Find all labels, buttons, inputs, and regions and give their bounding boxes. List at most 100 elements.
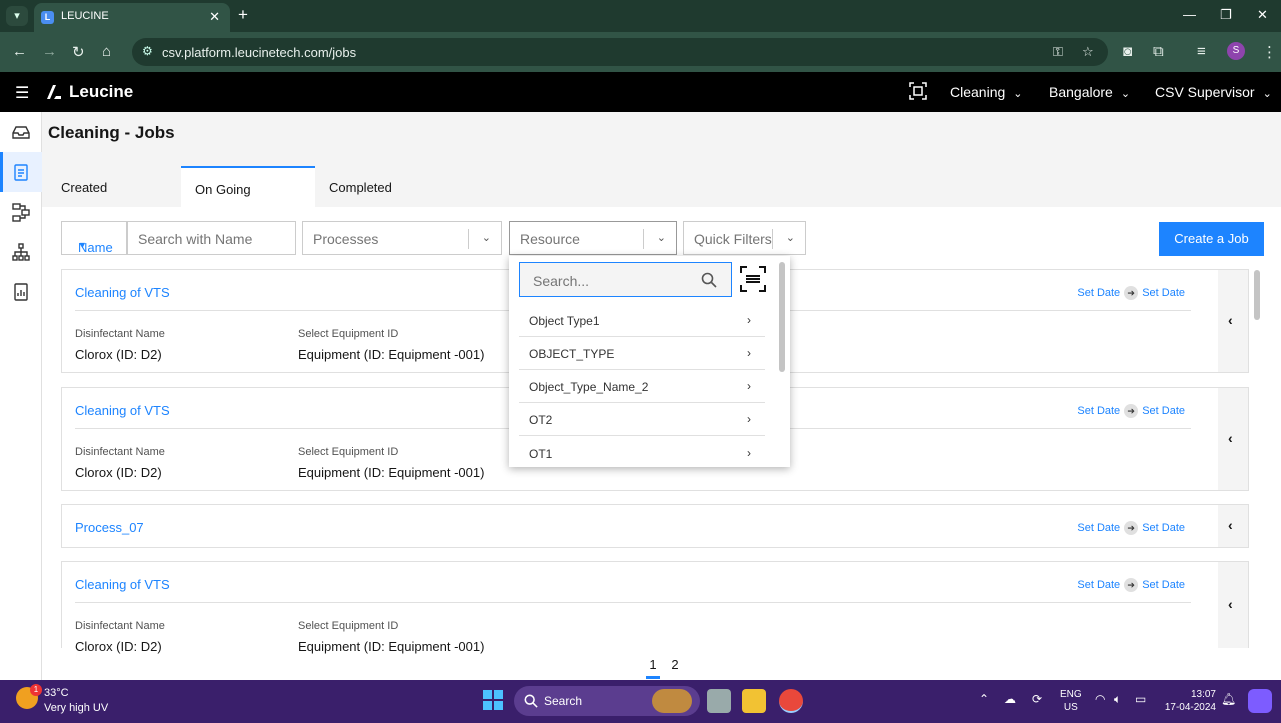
search-input[interactable]: Search with Name [127, 221, 296, 255]
start-date-link[interactable]: Set Date [1077, 522, 1120, 534]
tray-overflow-icon[interactable]: ⌃ [979, 692, 989, 706]
expand-card-button[interactable]: ‹ [1218, 388, 1248, 490]
windows-start-icon[interactable] [483, 690, 503, 710]
minimize-icon[interactable]: — [1183, 7, 1196, 22]
field-label: Select Equipment ID [298, 620, 399, 632]
browser-tab[interactable]: L LEUCINE ✕ [34, 3, 230, 32]
sidebar-item-inbox[interactable] [0, 112, 42, 152]
resource-option[interactable]: Object Type1 › [519, 304, 765, 337]
file-explorer-icon[interactable] [742, 689, 766, 713]
sync-icon[interactable]: ⟳ [1032, 692, 1042, 706]
chevron-down-icon[interactable]: ⌄ [482, 231, 491, 244]
password-key-icon[interactable]: ⚿ [1053, 44, 1063, 60]
chevron-right-icon: › [747, 379, 751, 393]
expand-card-button[interactable]: ‹ [1218, 562, 1248, 648]
job-card[interactable]: Cleaning of VTS Set Date ➔ Set Date Disinf… [61, 561, 1249, 654]
resource-option[interactable]: Object_Type_Name_2 › [519, 370, 765, 403]
camera-icon[interactable]: ◙ [1123, 43, 1132, 60]
copilot-icon[interactable] [1248, 689, 1272, 713]
tab-created[interactable]: Created [47, 166, 181, 207]
taskbar-search[interactable]: Search [514, 686, 700, 716]
tab-on-going[interactable]: On Going [181, 166, 315, 207]
home-icon[interactable]: ⌂ [102, 43, 111, 60]
site-info-icon[interactable]: ⚙ [142, 44, 153, 58]
weather-description[interactable]: Very high UV [44, 702, 108, 714]
restore-icon[interactable]: ❐ [1220, 7, 1232, 23]
browser-toolbar: ← → ↻ ⌂ ⚙ csv.platform.leucinetech.com/j… [0, 32, 1281, 72]
job-title-link[interactable]: Cleaning of VTS [75, 403, 170, 418]
search-field-dropdown[interactable]: Name ▼ [61, 221, 127, 255]
task-view-icon[interactable] [707, 689, 731, 713]
expand-card-button[interactable]: ‹ [1218, 270, 1248, 372]
end-date-link[interactable]: Set Date [1142, 522, 1185, 534]
page-button[interactable]: 1 [646, 657, 660, 679]
close-window-icon[interactable]: ✕ [1257, 7, 1268, 23]
url-text[interactable]: csv.platform.leucinetech.com/jobs [162, 45, 356, 60]
expand-card-button[interactable]: ‹ [1218, 505, 1248, 547]
create-job-button[interactable]: Create a Job [1159, 222, 1264, 256]
caret-down-icon: ▼ [78, 240, 87, 250]
job-card[interactable]: Process_07 Set Date ➔ Set Date ‹ [61, 504, 1249, 548]
notification-bell-icon[interactable]: 🔔︎ [1221, 692, 1236, 706]
tab-search-button[interactable]: ▾ [6, 6, 28, 26]
system-clock[interactable]: 13:07 17-04-2024 [1160, 688, 1216, 714]
sidebar-item-reports[interactable] [0, 272, 42, 312]
wifi-icon[interactable]: ◠ [1095, 692, 1105, 706]
language-indicator[interactable]: ENG US [1060, 688, 1082, 714]
end-date-link[interactable]: Set Date [1142, 579, 1185, 591]
end-date-link[interactable]: Set Date [1142, 287, 1185, 299]
job-dates[interactable]: Set Date ➔ Set Date [1077, 404, 1185, 418]
media-control-icon[interactable]: ≡ [1197, 43, 1206, 60]
search-highlight-icon [652, 689, 692, 713]
start-date-link[interactable]: Set Date [1077, 287, 1120, 299]
job-title-link[interactable]: Process_07 [75, 520, 144, 535]
sidebar-item-jobs[interactable] [0, 152, 42, 192]
profile-avatar[interactable]: S [1227, 42, 1245, 60]
new-tab-icon[interactable]: + [238, 5, 248, 25]
page-button[interactable]: 2 [668, 657, 682, 672]
facility-dropdown[interactable]: Bangalore ⌄ [1049, 84, 1130, 100]
tab-completed[interactable]: Completed [315, 166, 449, 207]
forward-icon[interactable]: → [42, 43, 57, 60]
quick-filters-placeholder: Quick Filters [694, 231, 772, 247]
sidebar-item-ontology[interactable] [0, 232, 42, 272]
job-dates[interactable]: Set Date ➔ Set Date [1077, 521, 1185, 535]
scan-icon[interactable] [909, 82, 927, 100]
barcode-scan-icon[interactable] [738, 264, 768, 294]
volume-icon[interactable]: 🔈︎ [1114, 692, 1121, 707]
back-icon[interactable]: ← [12, 43, 27, 60]
browser-menu-icon[interactable]: ⋮ [1262, 43, 1277, 61]
bookmark-star-icon[interactable]: ☆ [1082, 44, 1094, 60]
start-date-link[interactable]: Set Date [1077, 405, 1120, 417]
resource-search-input[interactable]: Search... [519, 262, 732, 297]
hamburger-menu-icon[interactable]: ☰ [15, 83, 29, 103]
battery-icon[interactable]: ▭ [1135, 692, 1146, 706]
dropdown-scrollbar[interactable] [779, 262, 785, 372]
address-bar[interactable]: ⚙ csv.platform.leucinetech.com/jobs ⚿ ☆ [132, 38, 1108, 66]
list-scrollbar[interactable] [1254, 270, 1260, 320]
chrome-icon[interactable] [779, 689, 803, 713]
start-date-link[interactable]: Set Date [1077, 579, 1120, 591]
resource-option[interactable]: OT2 › [519, 403, 765, 436]
reload-icon[interactable]: ↻ [72, 43, 85, 61]
resource-option[interactable]: OBJECT_TYPE › [519, 337, 765, 370]
select-divider [468, 229, 469, 249]
weather-temperature[interactable]: 33°C [44, 687, 69, 699]
sidebar-item-processes[interactable] [0, 192, 42, 232]
processes-select[interactable]: Processes ⌄ [302, 221, 502, 255]
chevron-down-icon[interactable]: ⌄ [786, 231, 795, 244]
end-date-link[interactable]: Set Date [1142, 405, 1185, 417]
resource-select[interactable]: Resource ⌄ [509, 221, 677, 255]
resource-option[interactable]: OT1 › [519, 437, 765, 467]
quick-filters-select[interactable]: Quick Filters ⌄ [683, 221, 806, 255]
close-tab-icon[interactable]: ✕ [209, 9, 220, 25]
user-dropdown[interactable]: CSV Supervisor ⌄ [1155, 84, 1272, 100]
job-dates[interactable]: Set Date ➔ Set Date [1077, 578, 1185, 592]
job-title-link[interactable]: Cleaning of VTS [75, 577, 170, 592]
job-title-link[interactable]: Cleaning of VTS [75, 285, 170, 300]
job-dates[interactable]: Set Date ➔ Set Date [1077, 286, 1185, 300]
chevron-down-icon[interactable]: ⌄ [657, 231, 666, 244]
onedrive-cloud-icon[interactable]: ☁ [1004, 692, 1016, 706]
extensions-icon[interactable]: ⧉ [1153, 43, 1164, 60]
use-case-dropdown[interactable]: Cleaning ⌄ [950, 84, 1022, 100]
